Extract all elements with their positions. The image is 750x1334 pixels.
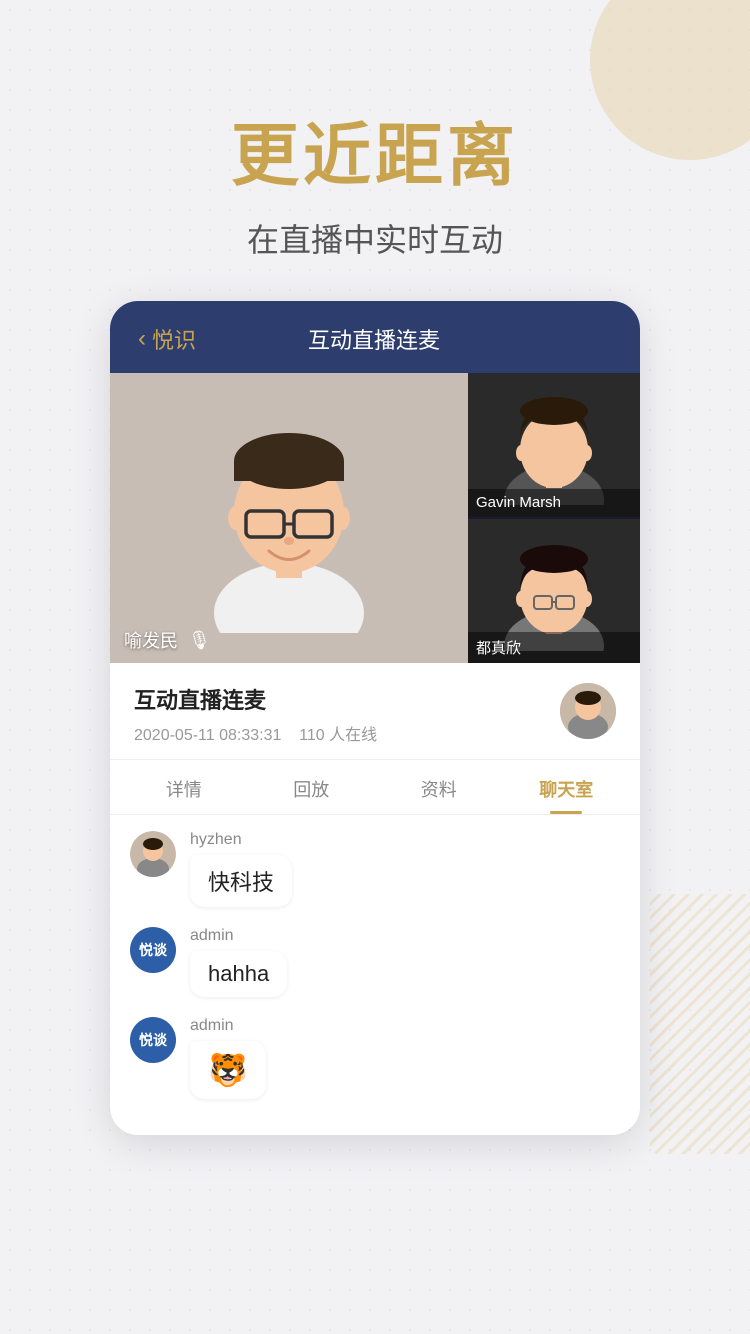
main-presenter-name: 喻发民 [124,627,178,653]
tab-materials[interactable]: 资料 [375,760,503,814]
chat-content-1: hyzhen 快科技 [190,831,292,907]
host-avatar[interactable] [560,683,616,739]
session-title: 互动直播连麦 [134,683,377,715]
session-online: 110 人在线 [299,727,377,744]
side-presenter-1-figure [494,385,614,505]
info-section: 互动直播连麦 2020-05-11 08:33:31 110 人在线 [110,663,640,760]
app-header-title: 互动直播连麦 [196,323,612,355]
chat-username-1: hyzhen [190,831,292,849]
admin-avatar-text-2: 悦谈 [139,1030,167,1050]
side-presenter-2-name: 都真欣 [476,640,521,657]
chat-avatar-3: 悦谈 [130,1017,176,1063]
side-presenter-2: 都真欣 [468,519,640,663]
video-side-panel: Gavin Marsh [468,373,640,663]
back-button[interactable]: ‹ 悦识 [138,323,196,355]
session-date: 2020-05-11 08:33:31 [134,727,281,744]
video-grid: 喻发民 🎙 [110,373,640,663]
main-presenter-label: 喻发民 🎙 [124,627,211,653]
tab-details[interactable]: 详情 [120,760,248,814]
host-avatar-inner [560,683,616,739]
phone-card: ‹ 悦识 互动直播连麦 [110,301,640,1135]
sub-title: 在直播中实时互动 [0,215,750,261]
chevron-left-icon: ‹ [138,325,146,353]
chat-message-2: 悦谈 admin hahha [130,927,620,997]
chat-username-2: admin [190,927,287,945]
host-avatar-figure [560,683,616,739]
chat-bubble-1: 快科技 [190,855,292,907]
admin-avatar-text: 悦谈 [139,940,167,960]
video-main: 喻发民 🎙 [110,373,468,663]
side-presenter-1-name: Gavin Marsh [476,494,561,511]
side-presenter-1: Gavin Marsh [468,373,640,517]
main-title: 更近距离 [0,100,750,199]
info-left: 互动直播连麦 2020-05-11 08:33:31 110 人在线 [134,683,377,745]
hyzhen-avatar [130,831,176,877]
side-presenter-2-overlay: 都真欣 [468,632,640,663]
tab-replay[interactable]: 回放 [248,760,376,814]
chat-bubble-2: hahha [190,951,287,997]
chat-username-3: admin [190,1017,266,1035]
chat-section: hyzhen 快科技 悦谈 admin hahha 悦谈 [110,815,640,1135]
main-presenter-figure [194,403,384,633]
tab-chatroom[interactable]: 聊天室 [503,760,631,814]
chat-avatar-1 [130,831,176,877]
chat-message-3: 悦谈 admin 🐯 [130,1017,620,1099]
session-meta: 2020-05-11 08:33:31 110 人在线 [134,721,377,745]
chat-content-2: admin hahha [190,927,287,997]
chat-content-3: admin 🐯 [190,1017,266,1099]
back-label: 悦识 [152,323,196,355]
chat-avatar-2: 悦谈 [130,927,176,973]
side-presenter-1-overlay: Gavin Marsh [468,489,640,517]
chat-message-1: hyzhen 快科技 [130,831,620,907]
tabs-bar: 详情 回放 资料 聊天室 [110,760,640,815]
chat-bubble-3: 🐯 [190,1041,266,1099]
mic-icon: 🎙 [188,630,211,651]
main-presenter-avatar [110,373,468,663]
app-header: ‹ 悦识 互动直播连麦 [110,301,640,373]
